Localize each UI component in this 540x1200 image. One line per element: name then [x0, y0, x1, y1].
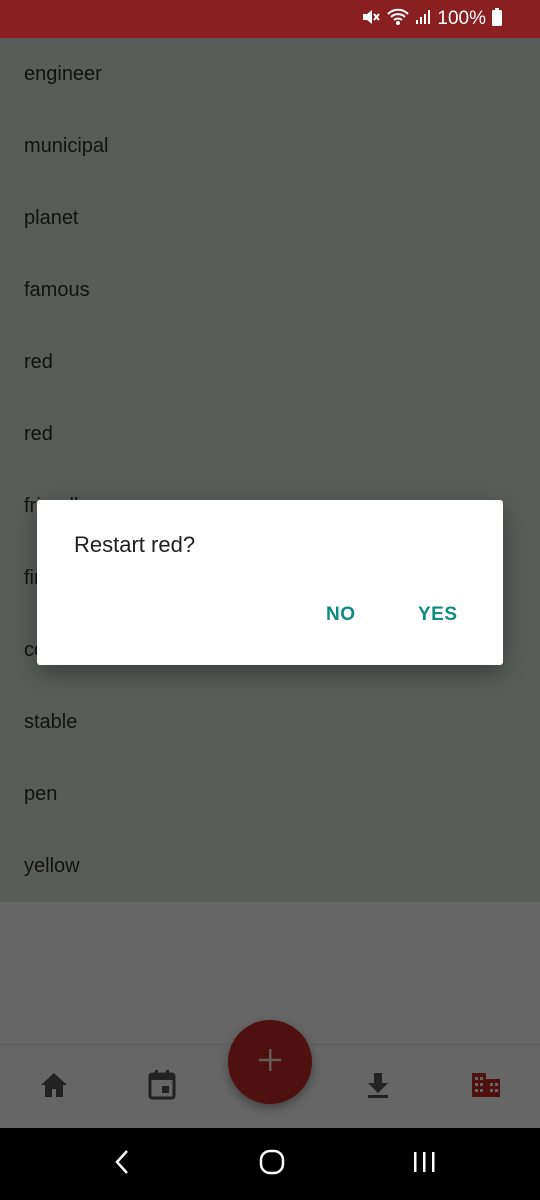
system-nav-bar — [0, 1128, 540, 1200]
no-button[interactable]: NO — [326, 604, 356, 626]
mute-icon — [361, 8, 381, 31]
restart-dialog: Restart red? NO YES — [37, 500, 503, 665]
system-back-button[interactable] — [92, 1142, 152, 1186]
system-recents-button[interactable] — [394, 1142, 454, 1186]
wifi-icon — [387, 8, 410, 31]
recents-icon — [411, 1150, 437, 1179]
back-icon — [114, 1149, 130, 1180]
battery-icon — [492, 7, 502, 31]
home-circle-icon — [259, 1149, 285, 1180]
signal-icon — [415, 9, 431, 30]
yes-button[interactable]: YES — [418, 604, 458, 626]
status-icons: 100% — [361, 0, 502, 38]
dialog-title: Restart red? — [74, 532, 196, 557]
battery-percent: 100% — [437, 8, 486, 29]
status-bar: 100% — [0, 0, 540, 38]
system-home-button[interactable] — [242, 1142, 302, 1186]
